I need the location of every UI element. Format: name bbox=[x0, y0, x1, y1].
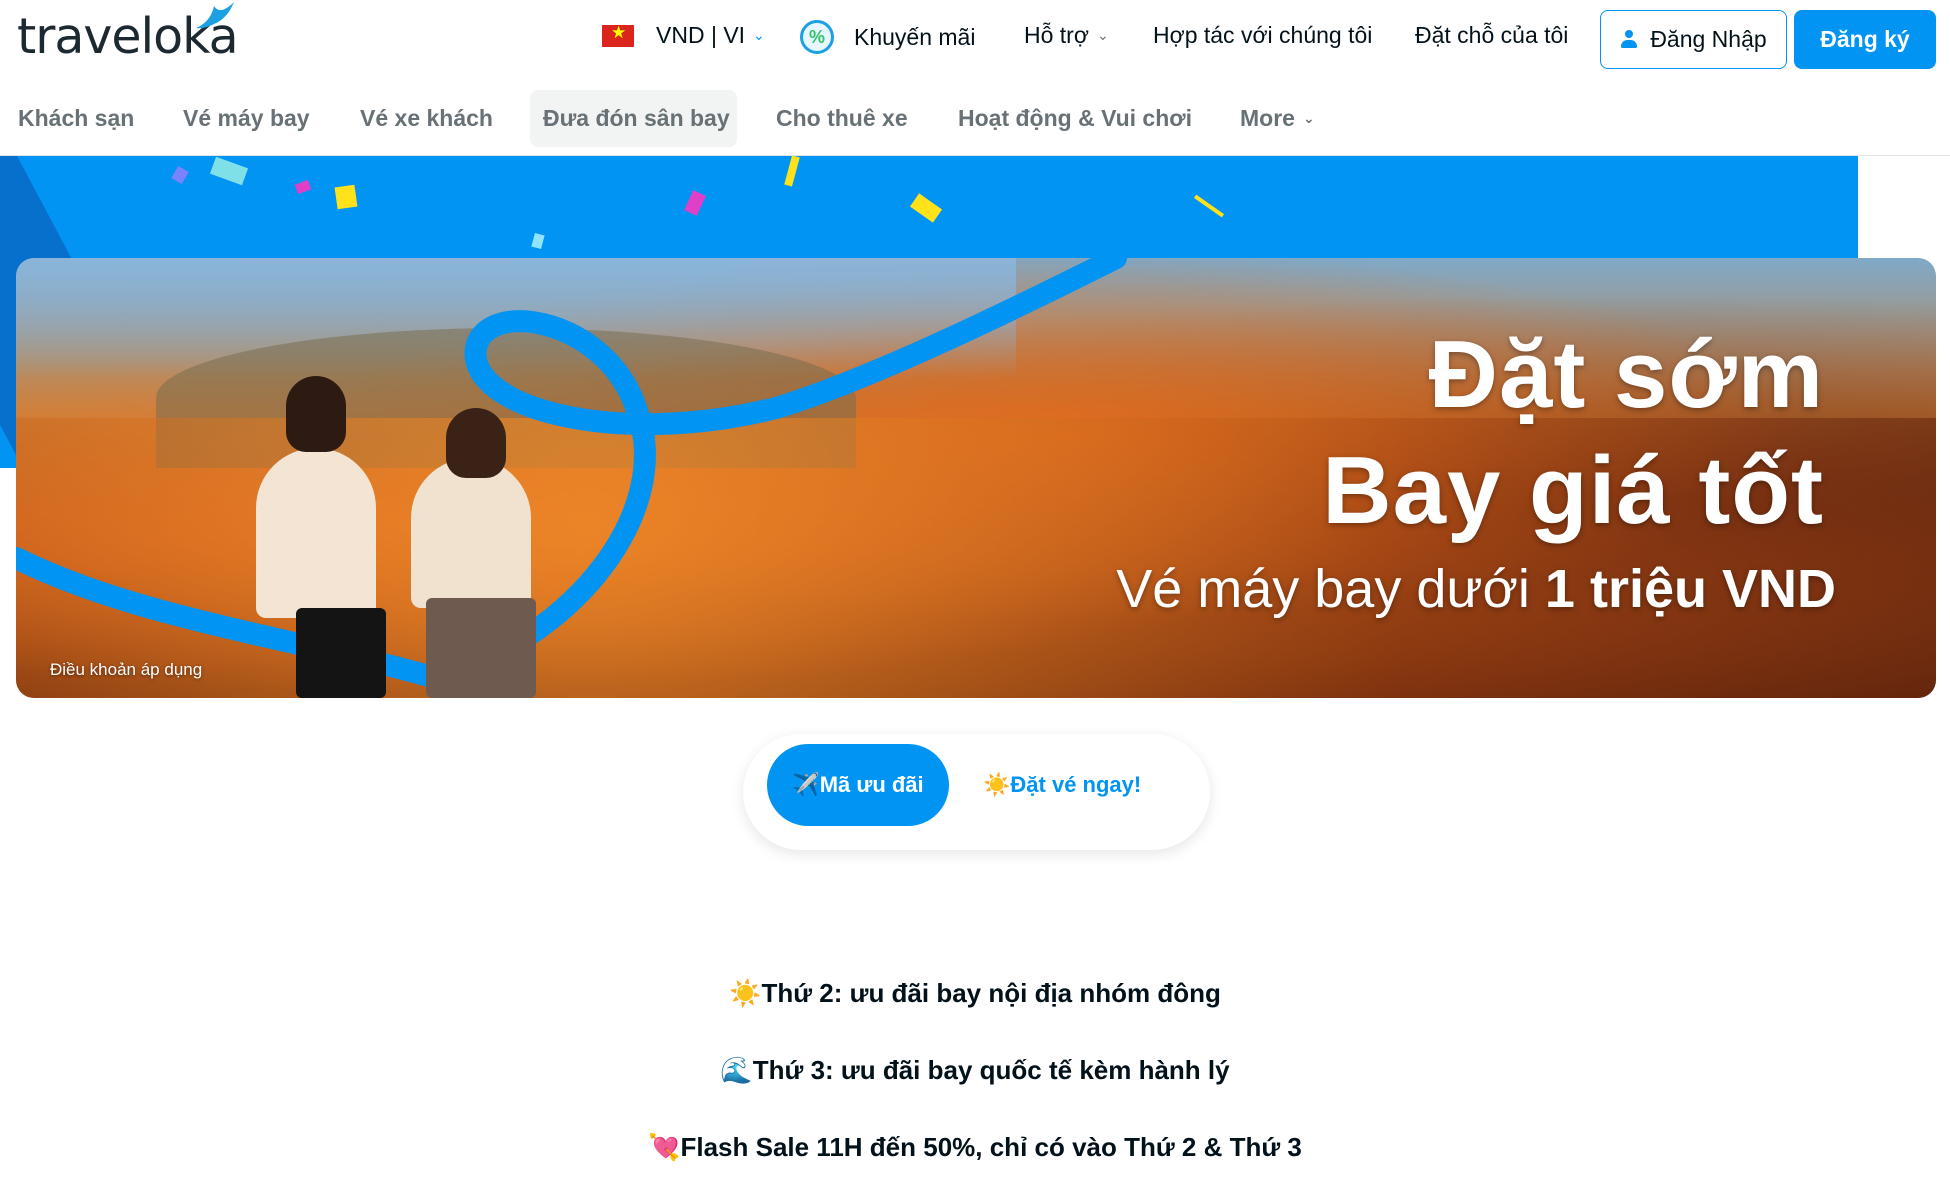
partner-label: Hợp tác với chúng tôi bbox=[1153, 22, 1373, 48]
product-nav: Khách sạn Vé máy bay Vé xe khách Đưa đón… bbox=[0, 88, 1950, 148]
promo-line-monday: ☀️Thứ 2: ưu đãi bay nội địa nhóm đông bbox=[729, 978, 1221, 1008]
promo-code-pill[interactable]: ✈️Mã ưu đãi bbox=[767, 744, 949, 826]
book-now-pill[interactable]: ☀️Đặt vé ngay! bbox=[983, 744, 1141, 826]
person-figure bbox=[446, 408, 506, 478]
login-button[interactable]: Đăng Nhập bbox=[1600, 10, 1787, 69]
top-header: traveloka VND | VI ⌄ % Khuyến mãi Hỗ trợ… bbox=[0, 0, 1950, 80]
tab-airport-transfer[interactable]: Đưa đón sân bay bbox=[530, 90, 737, 147]
person-figure bbox=[256, 448, 376, 618]
terms-link[interactable]: Điều khoản áp dụng bbox=[50, 660, 202, 680]
confetti-shape bbox=[209, 156, 249, 186]
confetti-shape bbox=[294, 179, 312, 195]
person-figure bbox=[286, 376, 346, 452]
login-label: Đăng Nhập bbox=[1650, 26, 1767, 52]
banner-headline-2: Bay giá tốt bbox=[1322, 437, 1824, 544]
currency-selector[interactable]: VND | VI ⌄ bbox=[602, 22, 765, 49]
chevron-down-icon: ⌄ bbox=[1096, 27, 1109, 43]
confetti-shape bbox=[909, 193, 943, 223]
banner-headline-1: Đặt sớm bbox=[1428, 321, 1824, 428]
person-figure bbox=[426, 598, 536, 698]
tab-more[interactable]: More ⌄ bbox=[1227, 90, 1328, 147]
chevron-down-icon: ⌄ bbox=[1302, 110, 1315, 126]
promo-banner[interactable]: Đặt sớm Bay giá tốt Vé máy bay dưới 1 tr… bbox=[16, 258, 1936, 698]
subheadline-price: 1 triệu VND bbox=[1544, 559, 1836, 619]
my-bookings-link[interactable]: Đặt chỗ của tôi bbox=[1415, 22, 1568, 49]
confetti-shape bbox=[684, 190, 706, 216]
my-bookings-label: Đặt chỗ của tôi bbox=[1415, 22, 1569, 48]
tab-car-rental[interactable]: Cho thuê xe bbox=[763, 90, 921, 147]
more-label: More bbox=[1240, 105, 1295, 131]
promo-link[interactable]: % Khuyến mãi bbox=[800, 20, 975, 54]
tab-flights[interactable]: Vé máy bay bbox=[170, 90, 323, 147]
chevron-down-icon: ⌄ bbox=[753, 27, 765, 43]
person-figure bbox=[411, 458, 531, 608]
promo-line-tuesday: 🌊Thứ 3: ưu đãi bay quốc tế kèm hành lý bbox=[720, 1055, 1230, 1085]
user-icon bbox=[1620, 29, 1638, 50]
confetti-shape bbox=[784, 156, 800, 187]
tab-activities[interactable]: Hoạt động & Vui chơi bbox=[945, 90, 1205, 147]
vietnam-flag-icon bbox=[602, 23, 634, 47]
currency-label: VND | VI bbox=[656, 22, 746, 48]
confetti-shape bbox=[171, 165, 189, 185]
subheadline-text: Vé máy bay dưới bbox=[1116, 559, 1545, 619]
partner-link[interactable]: Hợp tác với chúng tôi bbox=[1153, 22, 1372, 49]
confetti-shape bbox=[531, 232, 545, 250]
discount-icon: % bbox=[800, 20, 834, 54]
bird-logo-icon bbox=[196, 2, 234, 29]
offer-pill-group: ✈️Mã ưu đãi ☀️Đặt vé ngay! bbox=[743, 734, 1210, 850]
confetti-shape bbox=[1193, 194, 1225, 218]
promo-line-flash-sale: 💘Flash Sale 11H đến 50%, chỉ có vào Thứ … bbox=[648, 1132, 1302, 1162]
banner-subheadline: Vé máy bay dưới 1 triệu VND bbox=[1116, 558, 1836, 620]
person-figure bbox=[296, 608, 386, 698]
confetti-shape bbox=[334, 184, 358, 210]
signup-button[interactable]: Đăng ký bbox=[1794, 10, 1936, 69]
support-menu[interactable]: Hỗ trợ ⌄ bbox=[1024, 22, 1109, 49]
tab-bus-tickets[interactable]: Vé xe khách bbox=[347, 90, 506, 147]
tab-hotels[interactable]: Khách sạn bbox=[5, 90, 147, 147]
promo-label: Khuyến mãi bbox=[854, 23, 976, 50]
support-label: Hỗ trợ bbox=[1024, 22, 1089, 48]
